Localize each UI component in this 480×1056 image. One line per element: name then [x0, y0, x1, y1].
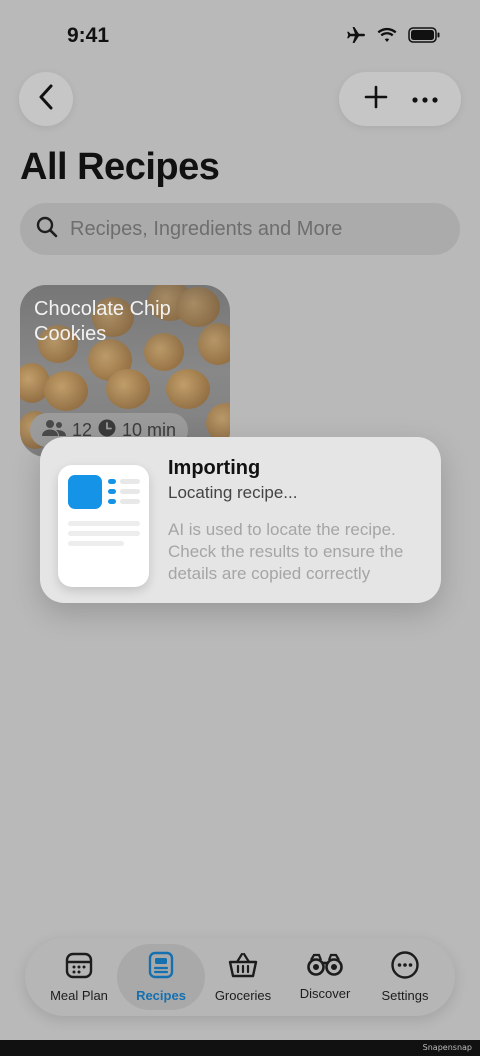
watermark: Snapensnap	[422, 1043, 472, 1052]
search-icon	[36, 216, 58, 243]
status-time: 9:41	[67, 24, 110, 47]
wifi-icon	[376, 27, 398, 43]
more-options-button[interactable]	[403, 77, 447, 121]
tab-label: Groceries	[214, 988, 272, 1003]
recipe-title: Chocolate Chip Cookies	[34, 298, 171, 345]
tab-label: Recipes	[136, 988, 186, 1003]
airplane-icon	[346, 26, 366, 44]
status-bar: 9:41	[0, 0, 480, 70]
binoculars-icon	[307, 953, 343, 982]
search-placeholder: Recipes, Ingredients and More	[70, 217, 343, 240]
recipe-book-icon	[148, 951, 174, 984]
chevron-left-icon	[38, 84, 54, 115]
battery-icon	[408, 27, 440, 43]
bottom-strip: Snapensnap	[0, 1040, 480, 1056]
tab-label: Discover	[299, 986, 351, 1001]
tab-groceries[interactable]: Groceries	[201, 944, 285, 1010]
ellipsis-icon	[411, 90, 438, 108]
recipe-document-icon	[58, 465, 149, 587]
tab-meal-plan[interactable]: Meal Plan	[33, 944, 125, 1010]
import-toast: Importing Locating recipe... AI is used …	[40, 437, 441, 603]
tab-discover[interactable]: Discover	[283, 944, 367, 1010]
back-button[interactable]	[19, 72, 73, 126]
search-field[interactable]: Recipes, Ingredients and More	[20, 203, 460, 255]
tab-settings[interactable]: Settings	[363, 944, 447, 1010]
toast-status: Locating recipe...	[168, 483, 298, 502]
add-recipe-button[interactable]	[354, 77, 398, 121]
tab-recipes[interactable]: Recipes	[117, 944, 205, 1010]
calendar-icon	[65, 951, 93, 984]
tab-label: Settings	[381, 988, 429, 1003]
ellipsis-circle-icon	[391, 951, 419, 984]
header-actions	[339, 72, 461, 126]
toast-title: Importing	[168, 457, 261, 479]
plus-icon	[364, 85, 388, 114]
page-title: All Recipes	[20, 146, 220, 188]
toast-note: AI is used to locate the recipe. Check t…	[168, 520, 404, 583]
recipe-card[interactable]: Chocolate Chip Cookies 12 10 min	[20, 285, 230, 457]
tab-label: Meal Plan	[50, 988, 108, 1003]
basket-icon	[228, 951, 258, 984]
tab-bar: Meal Plan Recipes Groceries Discover Set…	[25, 938, 455, 1016]
